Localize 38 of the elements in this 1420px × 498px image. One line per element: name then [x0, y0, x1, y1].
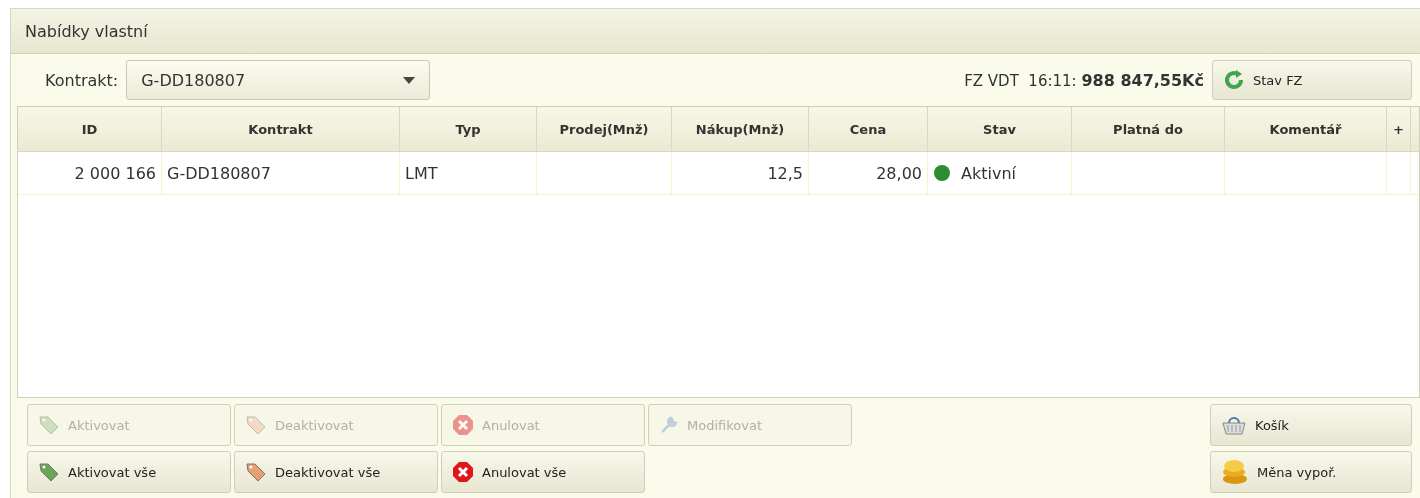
action-button[interactable]: Anulovat vše	[441, 451, 645, 493]
wrench-icon	[659, 415, 679, 435]
add-column-button[interactable]: +	[1387, 107, 1411, 151]
cancel-icon	[452, 461, 474, 483]
action-button[interactable]: Deaktivovat vše	[234, 451, 438, 493]
column-header[interactable]: Prodej(Mnž)	[537, 107, 672, 151]
table-cell: G-DD180807	[167, 163, 271, 183]
table-cell: 2 000 166	[74, 163, 156, 183]
column-header[interactable]: Komentář	[1225, 107, 1387, 151]
column-header[interactable]: Cena	[809, 107, 928, 151]
refresh-button[interactable]: Stav FZ	[1212, 60, 1412, 100]
tag-icon	[245, 461, 267, 483]
column-header[interactable]: Stav	[928, 107, 1072, 151]
column-header[interactable]: Typ	[400, 107, 537, 151]
action-button[interactable]: Aktivovat vše	[27, 451, 231, 493]
table-cell: LMT	[405, 163, 438, 183]
tag-icon	[38, 414, 60, 436]
coins-icon	[1221, 458, 1249, 486]
contract-label: Kontrakt:	[45, 70, 119, 90]
basket-icon	[1221, 415, 1247, 435]
column-header[interactable]: Kontrakt	[162, 107, 400, 151]
cancel-icon	[452, 414, 474, 436]
tag-icon	[245, 414, 267, 436]
dropdown-caret-icon	[403, 76, 416, 84]
contract-dropdown[interactable]: G-DD180807	[126, 60, 431, 100]
side-action-button[interactable]: Košík	[1210, 404, 1412, 446]
column-header[interactable]: Platná do	[1072, 107, 1225, 151]
column-header[interactable]: ID	[18, 107, 162, 151]
refresh-icon	[1223, 69, 1245, 91]
panel-title: Nabídky vlastní	[25, 21, 148, 41]
column-header[interactable]: Nákup(Mnž)	[672, 107, 809, 151]
side-action-button[interactable]: Měna vypoř.	[1210, 451, 1412, 493]
table-cell: 12,5	[767, 163, 803, 183]
table-cell: Aktivní	[961, 163, 1016, 183]
balance-text: FZ VDT 16:11: 988 847,55Kč	[964, 70, 1204, 90]
table-row[interactable]: 2 000 166 G-DD180807 LMT 12,5 28,00 Aktivní	[18, 152, 1419, 195]
table-cell: 28,00	[876, 163, 922, 183]
tag-icon	[38, 461, 60, 483]
